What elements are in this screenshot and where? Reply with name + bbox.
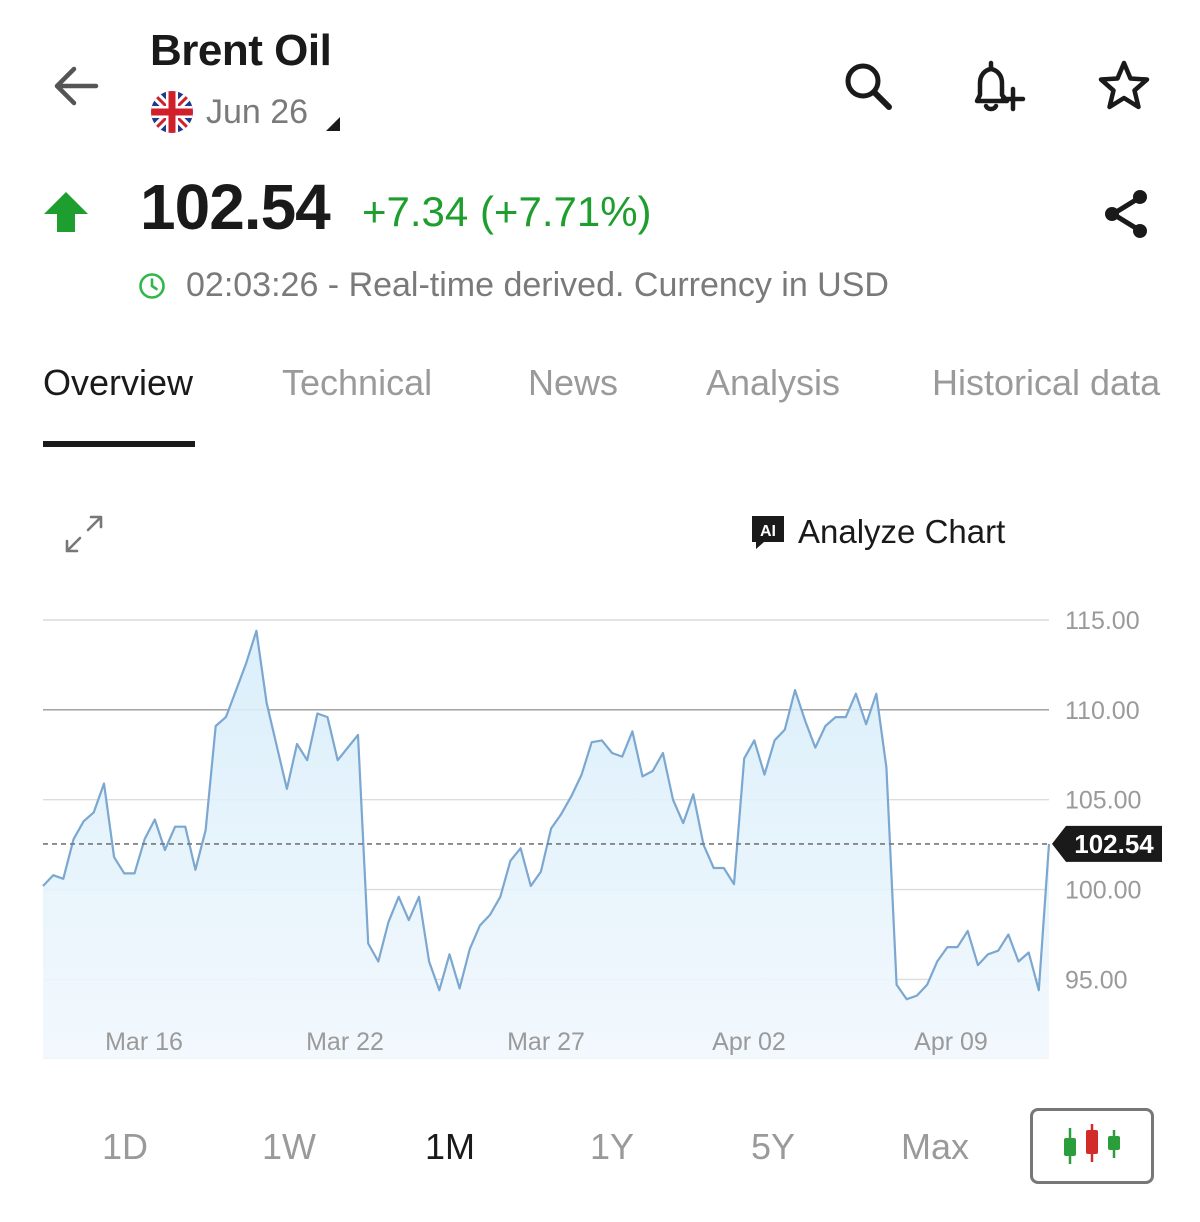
x-tick-label: Mar 16	[105, 1028, 183, 1056]
price-change: +7.34 (+7.71%)	[362, 188, 652, 235]
tab-technical[interactable]: Technical	[282, 362, 432, 404]
price-chart[interactable]: 102.54 115.00 110.00 105.00 100.00 95.00 Mar…	[0, 590, 1200, 1070]
x-tick-label: Mar 27	[507, 1028, 585, 1056]
active-tab-indicator	[43, 441, 195, 447]
last-price: 102.54	[140, 171, 331, 243]
range-1m[interactable]: 1M	[425, 1126, 475, 1168]
x-tick-label: Apr 09	[914, 1028, 988, 1056]
share-button[interactable]	[1094, 182, 1158, 246]
range-max[interactable]: Max	[901, 1126, 969, 1168]
expand-chart-button[interactable]	[58, 508, 110, 560]
quote-status: 02:03:26 - Real-time derived. Currency i…	[138, 266, 889, 305]
back-button[interactable]	[46, 56, 106, 116]
current-price-tag: 102.54	[1052, 825, 1162, 862]
ai-chat-icon: AI	[752, 516, 784, 549]
y-tick-label: 100.00	[1065, 877, 1141, 905]
tab-overview[interactable]: Overview	[43, 362, 193, 404]
search-button[interactable]	[836, 54, 900, 118]
chart-type-button[interactable]	[1030, 1108, 1154, 1184]
star-icon	[1098, 60, 1150, 110]
y-tick-label: 110.00	[1065, 697, 1140, 725]
y-tick-label: 105.00	[1065, 787, 1141, 815]
bell-plus-icon	[974, 60, 1026, 112]
x-tick-label: Apr 02	[712, 1028, 786, 1056]
tab-analysis[interactable]: Analysis	[706, 362, 840, 404]
range-1y[interactable]: 1Y	[590, 1126, 634, 1168]
analyze-chart-button[interactable]: AI Analyze Chart	[748, 512, 1005, 552]
dropdown-corner-icon	[326, 117, 341, 131]
contract-label: Jun 26	[206, 92, 309, 131]
arrow-left-icon	[54, 66, 99, 106]
x-tick-label: Mar 22	[306, 1028, 384, 1056]
share-icon	[1105, 190, 1147, 238]
range-1w[interactable]: 1W	[262, 1126, 316, 1168]
clock-icon	[139, 272, 165, 299]
contract-selector[interactable]: Jun 26	[150, 90, 342, 134]
watchlist-button[interactable]	[1092, 54, 1156, 118]
y-tick-label: 95.00	[1065, 966, 1128, 994]
analyze-chart-label: Analyze Chart	[798, 513, 1006, 550]
search-icon	[845, 63, 892, 110]
range-1d[interactable]: 1D	[102, 1126, 148, 1168]
candlestick-icon	[1064, 1124, 1120, 1164]
add-alert-button[interactable]	[962, 54, 1030, 118]
tab-historical-data[interactable]: Historical data	[932, 362, 1160, 404]
uk-flag-icon	[151, 91, 193, 133]
expand-icon	[65, 515, 103, 553]
status-text: 02:03:26 - Real-time derived. Currency i…	[186, 266, 889, 304]
range-5y[interactable]: 5Y	[751, 1126, 795, 1168]
tab-news[interactable]: News	[528, 362, 618, 404]
price-up-arrow-icon	[44, 192, 88, 232]
current-price-label: 102.54	[1074, 829, 1154, 859]
ai-badge: AI	[760, 523, 776, 540]
y-tick-label: 115.00	[1065, 607, 1140, 635]
page-title: Brent Oil	[150, 26, 332, 75]
